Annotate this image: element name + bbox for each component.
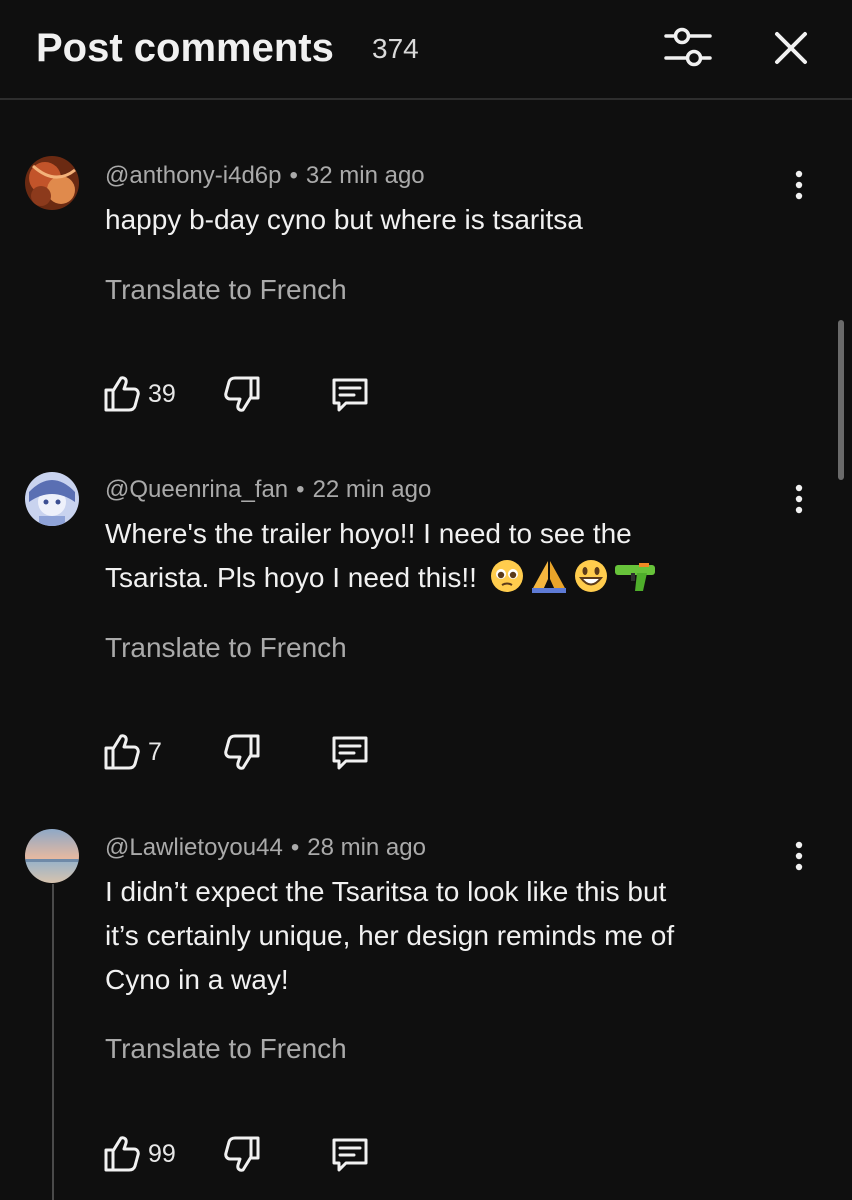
thumbs-down-icon [224, 734, 260, 770]
like-count: 39 [148, 380, 176, 408]
comment-author[interactable]: @Queenrina_fan [105, 476, 288, 503]
reply-button[interactable] [328, 1132, 372, 1176]
sliders-icon [664, 27, 712, 67]
reply-comment-icon [332, 378, 368, 412]
comment-text-line: I didn’t expect the Tsaritsa to look lik… [105, 876, 667, 907]
comment-count: 374 [372, 33, 419, 64]
thumbs-down-icon [224, 1136, 260, 1172]
folded-hands-emoji [531, 561, 566, 593]
comment-author[interactable]: @anthony-i4d6p [105, 162, 281, 189]
close-icon [775, 32, 807, 64]
comment-author[interactable]: @Lawlietoyou44 [105, 834, 283, 861]
translate-link[interactable]: Translate to French [105, 274, 347, 306]
more-options-button[interactable] [786, 480, 812, 520]
avatar[interactable] [25, 156, 79, 210]
comment-meta: @anthony-i4d6p • 32 min ago [105, 162, 425, 189]
comment-actions: 39 [100, 372, 400, 416]
reply-comment-icon [332, 736, 368, 770]
comment-text: happy b-day cyno but where is tsaritsa [105, 204, 583, 235]
comment-actions: 99 [100, 1132, 400, 1176]
like-count: 99 [148, 1140, 176, 1168]
thumbs-up-icon [104, 1136, 140, 1172]
comment-text: Where's the trailer hoyo!! I need to see… [105, 512, 765, 600]
translate-link[interactable]: Translate to French [105, 632, 347, 664]
comment-time: 28 min ago [307, 834, 426, 861]
pleading-face-emoji [490, 560, 523, 592]
dislike-button[interactable] [220, 372, 264, 416]
water-pistol-emoji [614, 563, 655, 591]
comments-header: Post comments 374 [0, 0, 852, 100]
page-title: Post comments [36, 26, 334, 70]
thumbs-up-icon [104, 734, 140, 770]
like-button[interactable] [100, 1132, 144, 1176]
reply-comment-icon [332, 1138, 368, 1172]
reply-button[interactable] [328, 730, 372, 774]
comment-actions: 7 [100, 730, 400, 774]
like-button[interactable] [100, 730, 144, 774]
dislike-button[interactable] [220, 730, 264, 774]
close-button[interactable] [768, 22, 814, 74]
comment-meta: @Queenrina_fan • 22 min ago [105, 476, 432, 503]
translate-link[interactable]: Translate to French [105, 1033, 347, 1065]
dislike-button[interactable] [220, 1132, 264, 1176]
more-vert-icon [795, 170, 803, 200]
avatar[interactable] [25, 829, 79, 883]
more-vert-icon [795, 841, 803, 871]
comment-time: 32 min ago [305, 162, 425, 189]
more-options-button[interactable] [786, 837, 812, 877]
like-count: 7 [148, 738, 162, 766]
comment-text-line: Cyno in a way! [105, 964, 289, 995]
filter-button[interactable] [660, 22, 716, 74]
reply-button[interactable] [328, 372, 372, 416]
comment-time: 22 min ago [312, 476, 432, 503]
more-options-button[interactable] [786, 166, 812, 206]
thumbs-down-icon [224, 376, 260, 412]
more-vert-icon [795, 484, 803, 514]
comment-text-line: it’s certainly unique, her design remind… [105, 920, 675, 951]
grinning-face-emoji [574, 560, 607, 592]
comment-text-line: Tsarista. Pls hoyo I need this!! [105, 556, 765, 600]
thumbs-up-icon [104, 376, 140, 412]
scrollbar-thumb[interactable] [838, 320, 844, 480]
comment-text: I didn’t expect the Tsaritsa to look lik… [105, 870, 765, 1002]
like-button[interactable] [100, 372, 144, 416]
comment-text-line: Where's the trailer hoyo!! I need to see… [105, 518, 632, 549]
avatar[interactable] [25, 472, 79, 526]
comment-meta: @Lawlietoyou44 • 28 min ago [105, 834, 426, 861]
reply-thread-line [52, 884, 54, 1200]
